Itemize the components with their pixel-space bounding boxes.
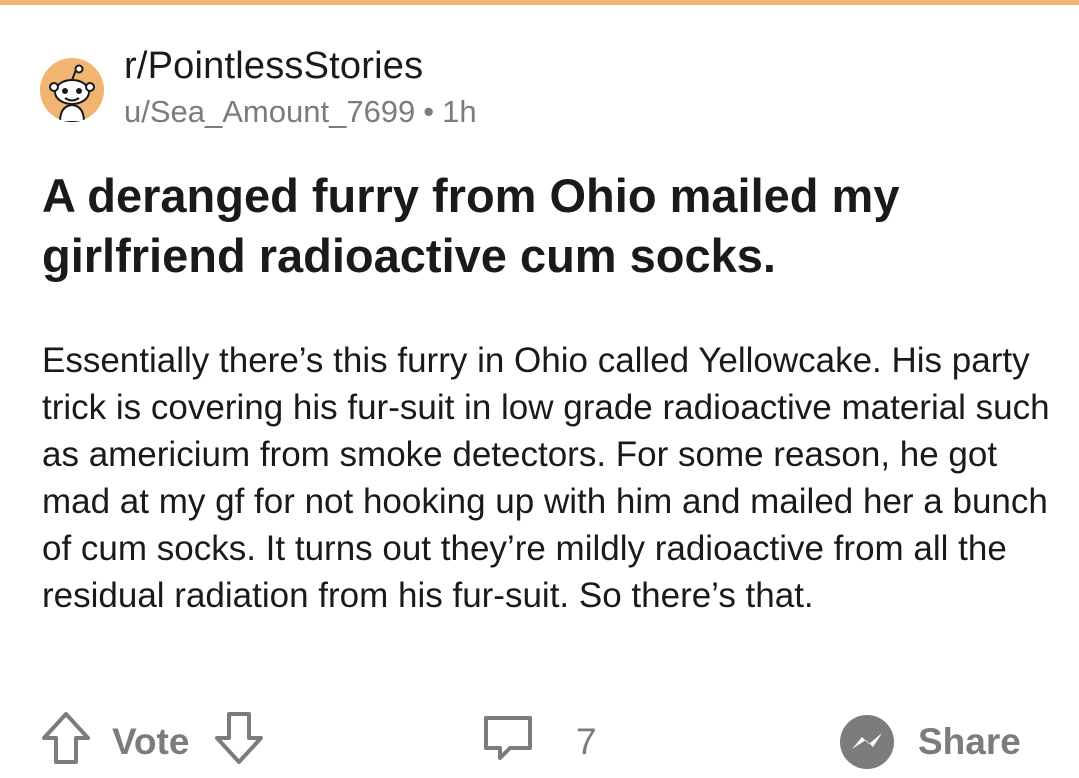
post-header: r/PointlessStories u/Sea_Amount_7699 • 1h [40,44,477,134]
downvote-arrow-icon[interactable] [213,710,265,775]
post-title[interactable]: A deranged furry from Ohio mailed my gir… [42,166,1042,286]
subreddit-link[interactable]: r/PointlessStories [124,44,477,88]
share-icon [840,715,894,769]
post-meta: r/PointlessStories u/Sea_Amount_7699 • 1h [124,44,477,132]
byline: u/Sea_Amount_7699 • 1h [124,92,477,132]
comment-count: 7 [576,721,597,762]
post-actions-bar: Vote 7 Share [40,710,1040,775]
snoo-avatar-icon[interactable] [40,58,104,122]
comment-bubble-icon [480,710,536,775]
comments-button[interactable]: 7 [480,712,597,772]
vote-label: Vote [112,721,190,762]
share-button[interactable]: Share [840,712,1021,772]
upvote-arrow-icon[interactable] [40,710,92,775]
vote-control: Vote [40,710,265,775]
post-card: r/PointlessStories u/Sea_Amount_7699 • 1h … [0,0,1079,774]
post-age: 1h [442,94,477,129]
separator-dot: • [423,94,435,129]
share-label: Share [918,721,1021,762]
post-body: Essentially there’s this furry in Ohio c… [42,341,1050,615]
author-link[interactable]: u/Sea_Amount_7699 [124,94,415,129]
